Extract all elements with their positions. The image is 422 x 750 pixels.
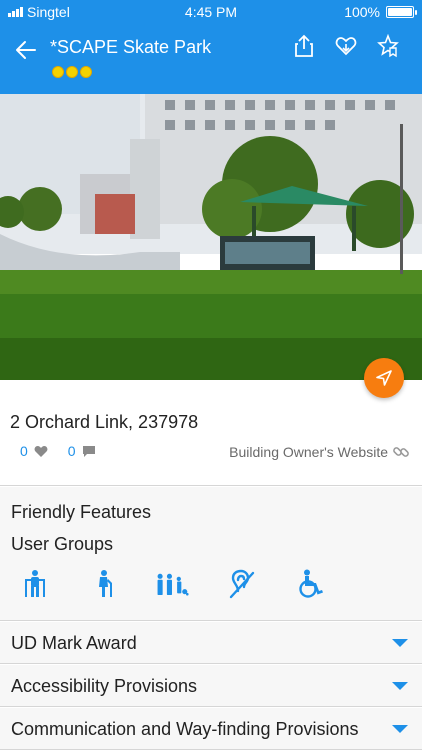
accordion-ud-mark-award[interactable]: UD Mark Award: [0, 622, 422, 664]
website-label: Building Owner's Website: [229, 444, 388, 460]
back-arrow-icon[interactable]: [12, 36, 40, 64]
status-bar: Singtel 4:45 PM 100%: [0, 0, 422, 22]
accordion-accessibility-provisions[interactable]: Accessibility Provisions: [0, 665, 422, 707]
battery-info: 100%: [344, 4, 417, 20]
bookmark-star-icon[interactable]: [376, 32, 400, 60]
chevron-down-icon: [392, 639, 408, 647]
rating-dot: [66, 66, 78, 78]
place-address: 2 Orchard Link, 237978: [10, 412, 199, 432]
address-section: 2 Orchard Link, 237978 0 0 Building Owne…: [0, 380, 422, 486]
friendly-features-heading: Friendly Features: [11, 502, 152, 522]
share-icon[interactable]: [292, 32, 316, 60]
accordion-label: Accessibility Provisions: [11, 676, 198, 696]
features-section: Friendly Features User Groups: [0, 487, 422, 621]
rating-dot: [52, 66, 64, 78]
battery-percent: 100%: [344, 4, 380, 20]
app-header: Singtel 4:45 PM 100% *SCAPE Skate Park: [0, 0, 422, 94]
favorite-add-icon[interactable]: [334, 32, 358, 60]
like-count: 0: [20, 443, 28, 459]
place-photo: [0, 94, 422, 380]
accordion-communication-wayfinding[interactable]: Communication and Way-finding Provisions: [0, 708, 422, 750]
rating-dot: [80, 66, 92, 78]
engagement-counts: 0 0: [20, 443, 116, 459]
elderly-icon[interactable]: [18, 567, 52, 601]
rating-dots: [52, 66, 92, 78]
chevron-down-icon: [392, 725, 408, 733]
link-icon: [393, 447, 409, 457]
chevron-down-icon: [392, 682, 408, 690]
wheelchair-icon[interactable]: [294, 567, 328, 601]
comment-icon[interactable]: [82, 445, 96, 458]
walking-cane-icon[interactable]: [87, 567, 121, 601]
nav-bar: *SCAPE Skate Park: [0, 22, 422, 94]
navigate-button[interactable]: [364, 358, 404, 398]
accordion-label: UD Mark Award: [11, 633, 137, 653]
heart-icon[interactable]: [34, 445, 48, 458]
comment-count: 0: [67, 443, 76, 459]
user-group-icons: [0, 567, 422, 601]
family-icon[interactable]: [155, 567, 189, 601]
battery-icon: [386, 6, 417, 18]
accordion-label: Communication and Way-finding Provisions: [11, 719, 359, 739]
user-groups-heading: User Groups: [11, 534, 114, 554]
building-owner-website-link[interactable]: Building Owner's Website: [229, 443, 410, 461]
navigation-arrow-icon: [376, 370, 392, 386]
page-title: *SCAPE Skate Park: [50, 37, 212, 57]
hearing-impaired-icon[interactable]: [226, 567, 260, 601]
